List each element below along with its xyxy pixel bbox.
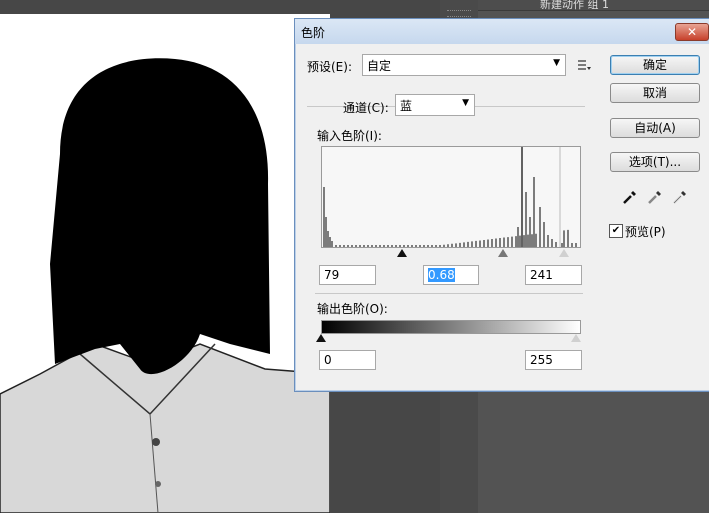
histogram-graph — [323, 147, 577, 247]
dialog-titlebar[interactable]: 色阶 ✕ — [295, 19, 709, 44]
close-button[interactable]: ✕ — [675, 23, 709, 41]
preset-select[interactable]: 自定 ▼ — [362, 54, 566, 76]
input-gamma-field[interactable]: 0.68 — [423, 265, 479, 285]
ok-button[interactable]: 确定 — [610, 55, 700, 75]
preset-value: 自定 — [367, 59, 392, 73]
dialog-title: 色阶 — [301, 26, 326, 40]
black-eyedropper-icon[interactable] — [622, 189, 638, 205]
auto-button[interactable]: 自动(A) — [610, 118, 700, 138]
cancel-button[interactable]: 取消 — [610, 83, 700, 103]
chevron-down-icon: ▼ — [553, 58, 560, 68]
photo-image — [0, 14, 330, 513]
output-slider[interactable] — [316, 332, 581, 344]
output-white-handle[interactable] — [571, 334, 581, 342]
input-black-handle[interactable] — [397, 249, 407, 257]
divider — [315, 293, 583, 294]
preset-options-icon[interactable] — [577, 58, 591, 72]
output-levels-label: 输出色阶(O): — [317, 302, 388, 316]
white-eyedropper-icon[interactable] — [672, 189, 688, 205]
input-gamma-value: 0.68 — [428, 268, 455, 282]
channel-value: 蓝 — [400, 99, 413, 113]
input-white-field[interactable]: 241 — [525, 265, 582, 285]
panel-grip[interactable] — [447, 10, 471, 17]
histogram — [321, 146, 581, 248]
levels-dialog: 色阶 ✕ 预设(E): 自定 ▼ 通道(C): 蓝 ▼ 输入色阶(I): 79 … — [294, 18, 709, 392]
layer-row-label: 新建动作 组 1 — [540, 0, 609, 11]
output-white-field[interactable]: 255 — [525, 350, 582, 370]
preview-label: 预览(P) — [625, 225, 666, 239]
preset-label: 预设(E): — [307, 60, 352, 74]
input-levels-label: 输入色阶(I): — [317, 129, 382, 143]
output-black-handle[interactable] — [316, 334, 326, 342]
gray-eyedropper-icon[interactable] — [647, 189, 663, 205]
input-slider[interactable] — [321, 247, 579, 259]
input-gamma-handle[interactable] — [498, 249, 508, 257]
input-black-field[interactable]: 79 — [319, 265, 376, 285]
options-button[interactable]: 选项(T)... — [610, 152, 700, 172]
image-canvas[interactable] — [0, 14, 330, 513]
check-icon: ✔ — [611, 225, 621, 236]
chevron-down-icon: ▼ — [462, 98, 469, 108]
channel-select[interactable]: 蓝 ▼ — [395, 94, 475, 116]
preview-checkbox[interactable]: ✔ — [609, 224, 623, 238]
channel-label: 通道(C): — [343, 101, 389, 115]
output-black-field[interactable]: 0 — [319, 350, 376, 370]
input-white-handle[interactable] — [559, 249, 569, 257]
